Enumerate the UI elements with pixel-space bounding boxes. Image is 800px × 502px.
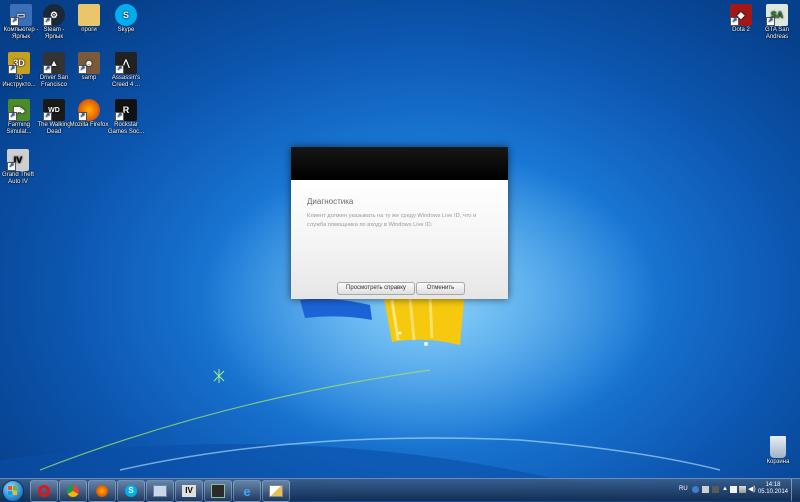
shortcut-arrow-icon: ↗: [8, 65, 17, 74]
desktop-icon-skype[interactable]: S Skype: [106, 4, 146, 34]
tray-app-icon-2[interactable]: [712, 486, 719, 493]
desktop-icon-assassins-creed[interactable]: ⋀ ↗ Assassin's Creed 4 ...: [106, 52, 146, 89]
dialog-header: [291, 147, 508, 180]
volume-icon[interactable]: ◀): [748, 486, 756, 493]
shortcut-arrow-icon: ↗: [730, 17, 739, 26]
rockstar-icon: R ↗: [115, 99, 137, 121]
firefox-icon: [96, 485, 108, 497]
skype-icon: S: [115, 4, 137, 26]
start-button[interactable]: [2, 480, 24, 502]
language-indicator[interactable]: RU: [679, 486, 688, 492]
gta-sa-icon: [211, 484, 225, 498]
computer-icon: ▭ ↗: [10, 4, 32, 26]
shortcut-arrow-icon: ↗: [7, 162, 16, 171]
taskbar-skype[interactable]: S: [117, 480, 145, 502]
gta-sa-icon: SA ↗: [766, 4, 788, 26]
taskbar-network-app[interactable]: [146, 480, 174, 502]
walking-dead-icon: WD ↗: [43, 99, 65, 121]
assassins-creed-icon: ⋀ ↗: [115, 52, 137, 74]
windows-logo-icon: [8, 486, 18, 496]
clock-time: 14:18: [765, 482, 781, 488]
cancel-button[interactable]: Отменить: [416, 282, 465, 295]
shortcut-arrow-icon: ↗: [78, 112, 87, 121]
shortcut-arrow-icon: ↗: [78, 65, 87, 74]
desktop-icon-gta-sa[interactable]: SA ↗ GTA San Andreas: [757, 4, 797, 41]
shortcut-arrow-icon: ↗: [766, 17, 775, 26]
taskbar-chrome[interactable]: [59, 480, 87, 502]
desktop-icon-walking-dead[interactable]: WD ↗ The Walking Dead: [34, 99, 74, 136]
dialog-title: Диагностика: [307, 197, 354, 206]
gta4-icon: IV ↗: [7, 149, 29, 171]
dota2-icon: ◆ ↗: [730, 4, 752, 26]
taskbar-opera[interactable]: [30, 480, 58, 502]
desktop-icon-steam[interactable]: ⚙ ↗ Steam - Ярлык: [34, 4, 74, 41]
shortcut-arrow-icon: ↗: [43, 112, 52, 121]
skype-icon: S: [125, 485, 137, 497]
desktop-icon-firefox[interactable]: ↗ Mozilla Firefox: [69, 99, 109, 129]
help-tray-icon[interactable]: [692, 486, 699, 493]
desktop-icon-gta4[interactable]: IV ↗ Grand Theft Auto IV: [0, 149, 38, 186]
shortcut-arrow-icon: ↗: [10, 17, 19, 26]
driver-sf-icon: ▲ ↗: [43, 52, 65, 74]
tray-app-icon[interactable]: [702, 486, 709, 493]
opera-icon: [38, 485, 50, 497]
desktop-icon-dota2[interactable]: ◆ ↗ Dota 2: [721, 4, 761, 34]
shortcut-arrow-icon: ↗: [8, 112, 17, 121]
taskbar-internet-explorer[interactable]: e: [233, 480, 261, 502]
desktop-icon-recycle-bin[interactable]: Корзина: [758, 436, 798, 466]
samp-icon: ☻ ↗: [78, 52, 100, 74]
taskbar-gta4[interactable]: IV: [175, 480, 203, 502]
firefox-icon: ↗: [78, 99, 100, 121]
farming-sim-icon: ⛟ ↗: [8, 99, 30, 121]
flag-icon[interactable]: [730, 486, 737, 493]
folder-icon: [78, 4, 100, 26]
shortcut-arrow-icon: ↗: [115, 112, 124, 121]
taskbar: S IV e RU ▲ ◀) 14:18 05.10.2014: [0, 478, 800, 502]
shortcut-arrow-icon: ↗: [115, 65, 124, 74]
taskbar-firefox[interactable]: [88, 480, 116, 502]
dialog-message: Клиент должен указывать на ту же среду W…: [307, 213, 477, 228]
network-icon[interactable]: [739, 486, 746, 493]
system-tray: RU ▲ ◀) 14:18 05.10.2014: [675, 479, 800, 501]
paint-icon: [269, 485, 283, 497]
desktop-icon-samp[interactable]: ☻ ↗ samp: [69, 52, 109, 82]
shortcut-arrow-icon: ↗: [43, 17, 52, 26]
taskbar-gta-sa[interactable]: [204, 480, 232, 502]
recycle-bin-icon: [770, 436, 786, 458]
taskbar-paint[interactable]: [262, 480, 290, 502]
steam-icon: ⚙ ↗: [43, 4, 65, 26]
show-desktop-button[interactable]: [791, 479, 800, 501]
diagnostics-dialog: Диагностика Клиент должен указывать на т…: [291, 147, 508, 299]
desktop-icon-driver-sf[interactable]: ▲ ↗ Driver San Francisco: [34, 52, 74, 89]
internet-explorer-icon: e: [243, 483, 251, 499]
desktop-icon-progi[interactable]: проги: [69, 4, 109, 34]
shortcut-arrow-icon: ↗: [43, 65, 52, 74]
gta4-icon: IV: [182, 485, 196, 497]
desktop-icon-rockstar[interactable]: R ↗ Rockstar Games Soc...: [106, 99, 146, 136]
chrome-icon: [67, 485, 79, 497]
network-app-icon: [153, 485, 167, 497]
view-help-button[interactable]: Просмотреть справку: [337, 282, 415, 295]
clock[interactable]: 14:18 05.10.2014: [758, 482, 788, 496]
show-hidden-icons-icon[interactable]: ▲: [722, 486, 729, 493]
3d-instructor-icon: 3D ↗: [8, 52, 30, 74]
clock-date: 05.10.2014: [757, 489, 788, 495]
